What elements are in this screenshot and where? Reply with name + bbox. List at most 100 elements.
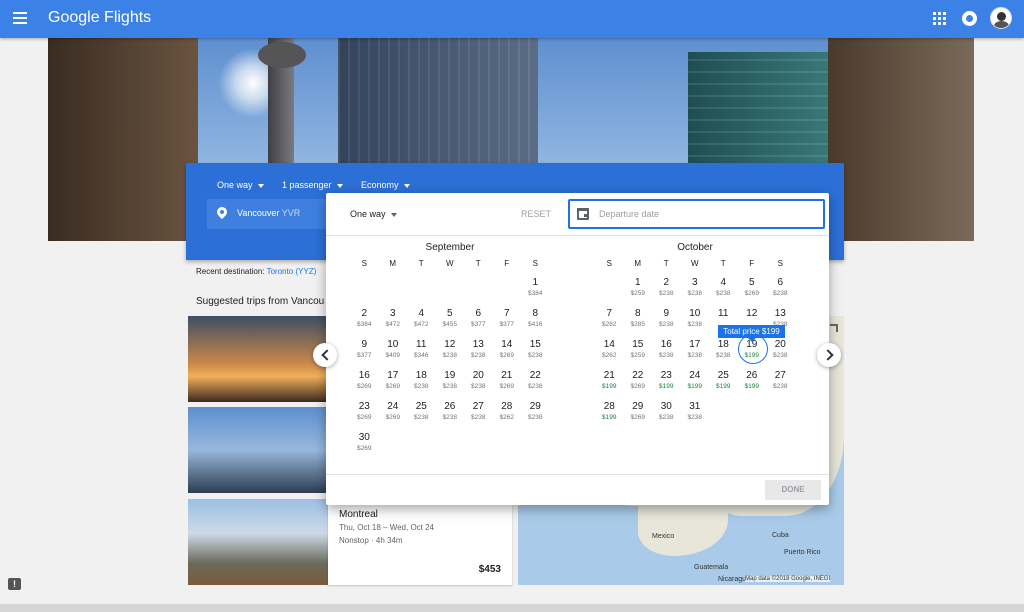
trip-image-montreal[interactable] (188, 499, 328, 585)
day-price: $262 (602, 321, 617, 328)
calendar-day[interactable]: 24 $269 (379, 399, 408, 430)
calendar-day[interactable]: 17 $238 (681, 337, 710, 368)
calendar-day[interactable]: 29 $269 (624, 399, 653, 430)
empty-cell (407, 275, 436, 306)
calendar-day[interactable]: 3 $238 (681, 275, 710, 306)
day-number: 15 (632, 339, 644, 350)
menu-icon[interactable] (13, 12, 27, 24)
calendar-day[interactable]: 7 $377 (493, 306, 522, 337)
calendar-day[interactable]: 14 $269 (493, 337, 522, 368)
calendar-day[interactable]: 6 $238 (766, 275, 795, 306)
day-price: $472 (385, 321, 400, 328)
hero-cn-tower-pod (258, 42, 306, 68)
feedback-icon[interactable]: ! (8, 578, 21, 590)
calendar-day[interactable]: 12 $238 (436, 337, 465, 368)
calendar-day[interactable]: 14 $262 (595, 337, 624, 368)
day-number: 30 (660, 401, 672, 412)
calendar-day[interactable]: 7 $262 (595, 306, 624, 337)
calendar-day[interactable]: 19 $238 (436, 368, 465, 399)
calendar-day[interactable]: 4 $238 (709, 275, 738, 306)
calendar-day[interactable]: 29 $238 (521, 399, 550, 430)
trip-image-toronto[interactable] (188, 407, 328, 493)
calendar-day[interactable]: 9 $238 (652, 306, 681, 337)
calendar-day[interactable]: 15 $259 (624, 337, 653, 368)
calendar-day[interactable]: 4 $472 (407, 306, 436, 337)
calendar-day[interactable]: 21 $269 (493, 368, 522, 399)
departure-date-input[interactable]: Departure date (568, 199, 825, 229)
calendar-day[interactable]: 17 $269 (379, 368, 408, 399)
calendar-day[interactable]: 25 $238 (407, 399, 436, 430)
calendar-day[interactable]: 18 $238 (407, 368, 436, 399)
calendar-day[interactable]: 27 $238 (464, 399, 493, 430)
calendar-day[interactable]: 11 $346 (407, 337, 436, 368)
day-number: 26 (746, 370, 758, 381)
cabin-select[interactable]: Economy (361, 180, 410, 190)
calendar-day[interactable]: 10 $238 (681, 306, 710, 337)
calendar-day[interactable]: 8 $285 (624, 306, 653, 337)
recent-destination: Recent destination: Toronto (YYZ) (196, 267, 316, 276)
picker-trip-type-select[interactable]: One way (350, 209, 397, 219)
day-number: 16 (358, 370, 370, 381)
calendar-day[interactable]: 6 $377 (464, 306, 493, 337)
day-price: $238 (659, 321, 674, 328)
calendar-day[interactable]: 30 $269 (350, 430, 379, 461)
trip-type-select[interactable]: One way (217, 180, 264, 190)
notifications-icon[interactable] (962, 11, 977, 26)
calendar-day[interactable]: 28 $262 (493, 399, 522, 430)
apps-grid-icon[interactable] (933, 12, 946, 25)
calendar-day[interactable]: 15 $238 (521, 337, 550, 368)
calendar-day[interactable]: 20 $238 (766, 337, 795, 368)
calendar-day[interactable]: 1 $259 (624, 275, 653, 306)
calendar-day[interactable]: 2 $384 (350, 306, 379, 337)
calendar-day[interactable]: 23 $269 (350, 399, 379, 430)
calendar-day[interactable]: 30 $238 (652, 399, 681, 430)
account-avatar[interactable] (990, 7, 1012, 29)
calendar-day[interactable]: 2 $238 (652, 275, 681, 306)
calendar-day[interactable]: 9 $377 (350, 337, 379, 368)
calendar-day[interactable]: 10 $409 (379, 337, 408, 368)
done-button[interactable]: DONE (765, 480, 821, 500)
day-number: 31 (689, 401, 701, 412)
calendar-day[interactable]: 26 $199 (738, 368, 767, 399)
calendar-day[interactable]: 20 $238 (464, 368, 493, 399)
day-number: 11 (718, 308, 729, 319)
calendar-day[interactable]: 5 $269 (738, 275, 767, 306)
day-number: 4 (418, 308, 425, 319)
recent-destination-link[interactable]: Toronto (YYZ) (267, 267, 317, 276)
day-number: 3 (389, 308, 396, 319)
calendar-day[interactable]: 18 $238 (709, 337, 738, 368)
trip-card-montreal[interactable]: Montreal Thu, Oct 18 – Wed, Oct 24 Nonst… (328, 499, 512, 585)
trip-type-label: One way (217, 180, 253, 190)
calendar-day[interactable]: 31 $238 (681, 399, 710, 430)
origin-input[interactable]: Vancouver YVR (207, 199, 327, 229)
calendar-day[interactable]: 27 $238 (766, 368, 795, 399)
calendar-day[interactable]: 26 $238 (436, 399, 465, 430)
calendar-day[interactable]: 5 $455 (436, 306, 465, 337)
next-month-button[interactable] (817, 343, 841, 367)
passengers-select[interactable]: 1 passenger (282, 180, 343, 190)
calendar-day[interactable]: 8 $416 (521, 306, 550, 337)
calendar-day[interactable]: 22 $269 (624, 368, 653, 399)
google-flights-logo[interactable]: Google Flights (48, 9, 151, 27)
day-price: $269 (357, 414, 372, 421)
calendar-day[interactable]: 16 $269 (350, 368, 379, 399)
calendar-day[interactable]: 23 $199 (652, 368, 681, 399)
calendar-day[interactable]: 1 $384 (521, 275, 550, 306)
calendar-day[interactable]: 16 $238 (652, 337, 681, 368)
day-price: $238 (442, 383, 457, 390)
calendar-day[interactable]: 13 $238 (464, 337, 493, 368)
calendar-day[interactable]: 22 $238 (521, 368, 550, 399)
reset-button[interactable]: RESET (521, 209, 551, 219)
trip-stops: Nonstop · 4h 34m (339, 536, 403, 545)
previous-month-button[interactable] (313, 343, 337, 367)
suggested-trips-title: Suggested trips from Vancou (196, 296, 325, 307)
calendar-day[interactable]: 24 $199 (681, 368, 710, 399)
day-number: 26 (444, 401, 456, 412)
calendar-day[interactable]: 28 $199 (595, 399, 624, 430)
weekday-label: T (418, 259, 424, 268)
calendar-day[interactable]: 21 $199 (595, 368, 624, 399)
trip-image-seattle[interactable] (188, 316, 328, 402)
calendar-day[interactable]: 25 $199 (709, 368, 738, 399)
expand-icon[interactable] (830, 324, 838, 332)
calendar-day[interactable]: 3 $472 (379, 306, 408, 337)
